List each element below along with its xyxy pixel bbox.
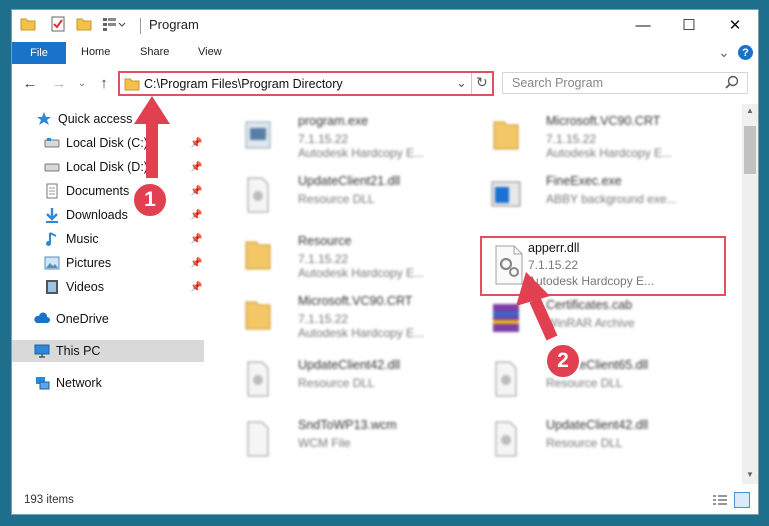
step-badge-2: 2	[545, 343, 581, 379]
annotation-arrowhead-1	[134, 96, 170, 124]
annotation-overlay	[134, 96, 558, 341]
annotation-arrowhead-2	[516, 272, 550, 306]
step-badge-1: 1	[132, 182, 168, 218]
annotation-arrow-2	[529, 297, 558, 341]
